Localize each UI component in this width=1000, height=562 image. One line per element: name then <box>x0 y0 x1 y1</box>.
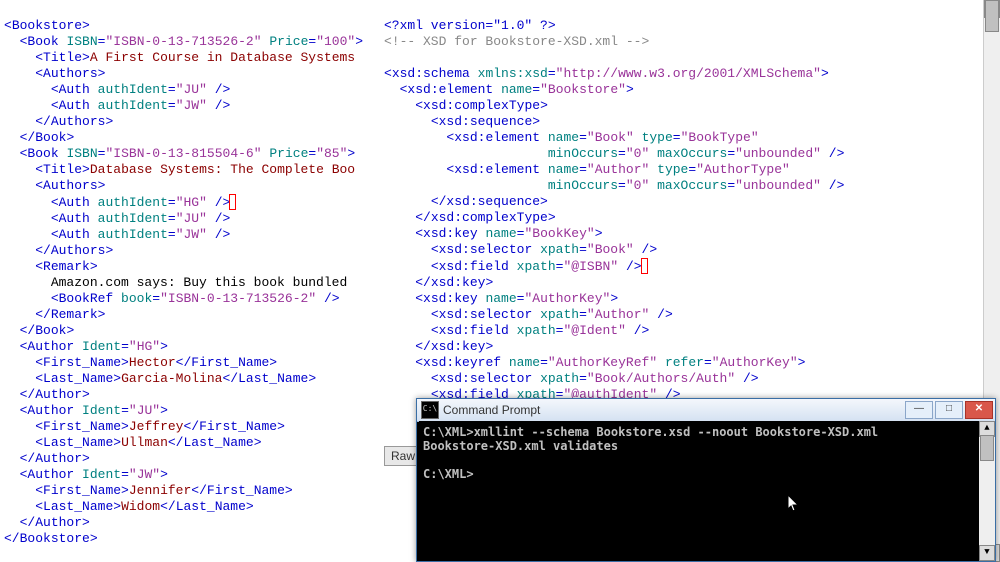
scroll-thumb[interactable] <box>980 435 994 461</box>
window-titlebar[interactable]: C:\ Command Prompt — □ ✕ <box>417 399 995 422</box>
cursor <box>641 258 648 274</box>
terminal-scrollbar[interactable]: ▲ ▼ <box>979 421 995 561</box>
terminal-body[interactable]: C:\XML>xmllint --schema Bookstore.xsd --… <box>419 421 979 559</box>
scroll-thumb[interactable] <box>985 0 999 32</box>
close-button[interactable]: ✕ <box>965 401 993 419</box>
command-prompt-window: C:\ Command Prompt — □ ✕ C:\XML>xmllint … <box>416 398 996 562</box>
maximize-button[interactable]: □ <box>935 401 963 419</box>
cmd-icon: C:\ <box>421 401 439 419</box>
window-title: Command Prompt <box>443 403 903 417</box>
scroll-down-icon[interactable]: ▼ <box>979 545 995 561</box>
minimize-button[interactable]: — <box>905 401 933 419</box>
xml-editor-left[interactable]: <Bookstore> <Book ISBN="ISBN-0-13-713526… <box>0 0 384 562</box>
cursor <box>229 194 236 210</box>
